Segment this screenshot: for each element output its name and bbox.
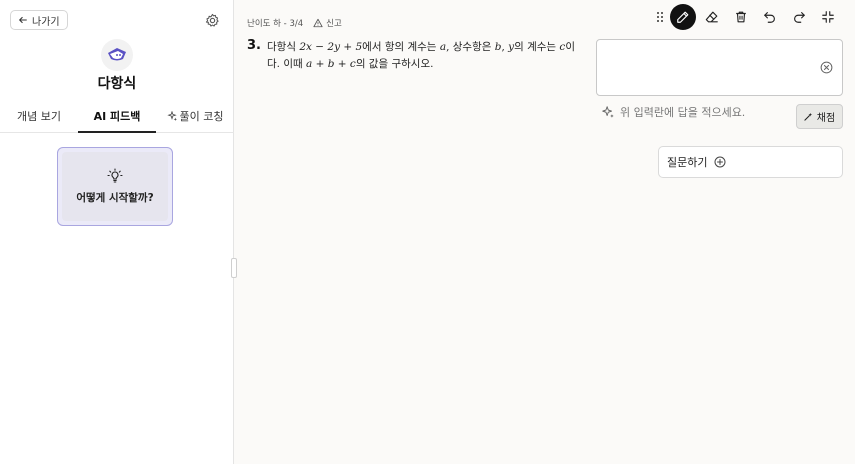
math-expression: a + b + c — [306, 58, 356, 70]
grade-button[interactable]: 채점 — [796, 104, 843, 129]
problem-text-part: 의 계수는 — [514, 41, 560, 53]
answer-helper: 위 입력란에 답을 적으세요. — [601, 104, 745, 120]
math-expression: 2x − 2y + 5 — [299, 41, 363, 53]
hint-card-inner: 어떻게 시작할까? — [62, 152, 168, 221]
eraser-icon — [705, 11, 718, 23]
problem-number: 3. — [247, 38, 261, 53]
answer-helper-text: 위 입력란에 답을 적으세요. — [620, 106, 746, 119]
drawing-toolbar — [650, 4, 841, 30]
redo-icon — [794, 12, 805, 23]
problem-text-part: , 상수항은 — [446, 41, 495, 53]
ask-question-label: 질문하기 — [667, 156, 708, 169]
ask-question-button[interactable]: 질문하기 — [658, 146, 843, 178]
undo-icon — [764, 12, 775, 23]
plus-circle-icon — [714, 156, 726, 168]
grade-button-label: 채점 — [816, 113, 836, 124]
hint-card-label: 어떻게 시작할까? — [76, 192, 154, 204]
magic-wand-icon — [804, 112, 812, 121]
panel-resize-handle[interactable] — [231, 258, 237, 278]
delete-button[interactable] — [728, 4, 754, 30]
tab-ai-feedback-label: AI 피드백 — [93, 110, 141, 123]
sparkle-icon — [166, 111, 177, 121]
problem-text-part: 의 값을 구하시오. — [355, 58, 434, 70]
problem-text: 다항식 2x − 2y + 5에서 항의 계수는 a, 상수항은 b, y의 계… — [267, 39, 585, 73]
back-button[interactable]: 나가기 — [10, 10, 68, 30]
clear-input-icon[interactable] — [820, 61, 833, 74]
tab-ai-feedback[interactable]: AI 피드백 — [78, 100, 156, 133]
difficulty-progress: 난이도 하 - 3/4 — [247, 19, 304, 29]
answer-input[interactable] — [605, 40, 815, 95]
topic-logo — [101, 39, 133, 71]
pen-tool-button[interactable] — [670, 4, 696, 30]
answer-box — [596, 39, 843, 96]
report-button[interactable]: 신고 — [313, 17, 342, 29]
gear-icon[interactable] — [205, 13, 220, 28]
arrow-left-icon — [19, 16, 27, 24]
collapse-icon — [822, 11, 834, 23]
hint-card-how-to-start[interactable]: 어떻게 시작할까? — [57, 147, 173, 226]
sidebar-tabs: 개념 보기 AI 피드백 풀이 코칭 — [0, 100, 234, 133]
topic-title: 다항식 — [97, 76, 137, 92]
problem-text-part: 다항식 — [267, 41, 300, 53]
pen-icon — [677, 11, 689, 23]
eraser-tool-button[interactable] — [699, 4, 725, 30]
tab-concept[interactable]: 개념 보기 — [0, 100, 78, 132]
warning-icon — [313, 18, 323, 28]
problem-meta: 난이도 하 - 3/4 신고 — [247, 17, 342, 29]
tab-concept-label: 개념 보기 — [17, 110, 61, 123]
lightbulb-icon — [107, 168, 123, 183]
tab-solution-coaching[interactable]: 풀이 코칭 — [156, 100, 234, 132]
sidebar: 나가기 다항식 개념 보기 AI 피드백 풀이 코칭 어떻게 시작할까? — [0, 0, 234, 464]
drag-handle-icon — [657, 12, 663, 22]
tab-solution-coaching-label: 풀이 코칭 — [179, 110, 224, 123]
collapse-button[interactable] — [815, 4, 841, 30]
trash-icon — [736, 11, 746, 23]
mascot-icon — [108, 48, 126, 61]
drag-handle[interactable] — [653, 4, 667, 30]
redo-button[interactable] — [786, 4, 812, 30]
undo-button[interactable] — [757, 4, 783, 30]
report-label: 신고 — [326, 19, 342, 29]
sparkle-icon — [602, 106, 614, 118]
problem-text-part: 에서 항의 계수는 — [362, 41, 440, 53]
back-button-label: 나가기 — [32, 16, 60, 28]
